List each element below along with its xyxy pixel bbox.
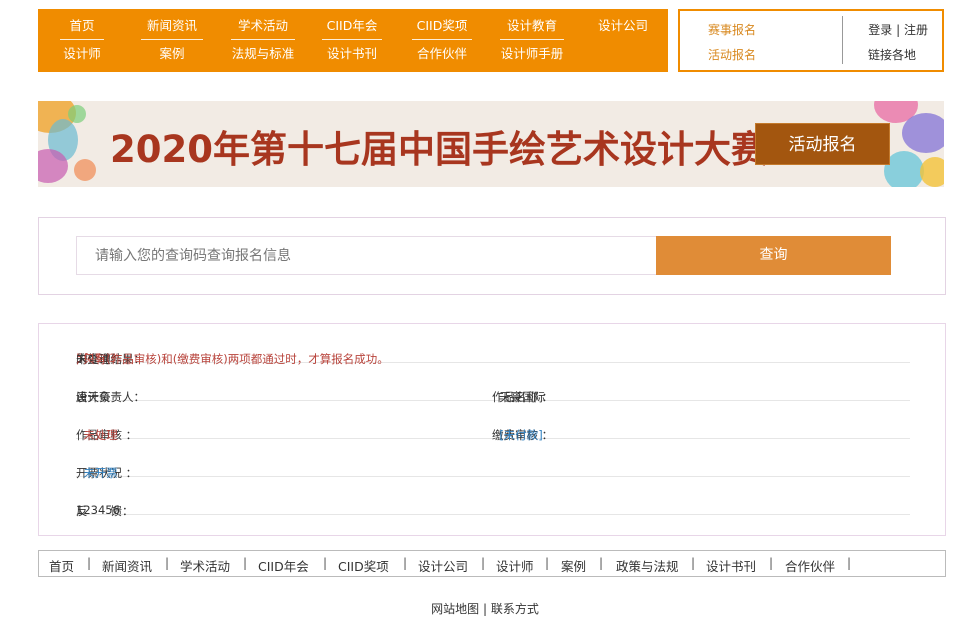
result-summary-row: 5fd5d3 的查询结果： 未处理, 只有(作品审核)和(缴费审核)两项都通过时，… — [76, 325, 910, 366]
footer-separator: | — [599, 556, 604, 570]
footer-separator: | — [481, 556, 486, 570]
user-links-box: 赛事报名 活动报名 登录 | 注册 链接各地 — [678, 9, 944, 72]
paint-splash-decoration — [884, 151, 924, 187]
register-link[interactable]: 注册 — [904, 23, 928, 37]
footer-link-designers[interactable]: 设计师 — [496, 556, 534, 575]
nav-column-6: 设计教育 设计师手册 — [494, 9, 570, 72]
paint-splash-decoration — [902, 113, 944, 153]
work-review-field: 作品审核 ： 未处理 — [76, 414, 137, 442]
auth-links: 登录 | 注册 — [868, 21, 928, 38]
footer-separator: | — [165, 556, 170, 570]
login-link[interactable]: 登录 — [868, 23, 892, 37]
table-row: 反 馈： 123456 — [76, 477, 910, 518]
query-result-panel: 5fd5d3 的查询结果： 未处理, 只有(作品审核)和(缴费审核)两项都通过时，… — [38, 323, 946, 536]
nav-link-academic[interactable]: 学术活动 — [228, 18, 298, 34]
main-navigation: 首页 设计师 新闻资讯 案例 学术活动 法规与标准 CIID年会 设计书刊 CI… — [38, 9, 668, 72]
footer-separator: | — [243, 556, 248, 570]
footer-link-annual-meeting[interactable]: CIID年会 — [258, 556, 309, 575]
nav-underline — [322, 39, 382, 40]
nav-link-home[interactable]: 首页 — [60, 18, 104, 34]
nav-link-publications[interactable]: 设计书刊 — [318, 46, 386, 62]
footer-link-news[interactable]: 新闻资讯 — [102, 556, 152, 575]
paint-splash-decoration — [920, 157, 944, 187]
sitemap-link[interactable]: 网站地图 — [431, 602, 479, 616]
footer-link-companies[interactable]: 设计公司 — [418, 556, 468, 575]
footer-navigation: 首页 | 新闻资讯 | 学术活动 | CIID年会 | CIID奖项 | 设计公… — [38, 550, 946, 577]
site-links-separator: | — [479, 602, 491, 616]
payment-review-field: 缴费审核 ： [未付款] — [492, 414, 553, 442]
paint-splash-decoration — [68, 105, 86, 123]
nav-column-7: 设计公司 — [590, 9, 656, 72]
footer-link-academic[interactable]: 学术活动 — [180, 556, 230, 575]
nav-link-designers[interactable]: 设计师 — [60, 46, 104, 62]
branches-link[interactable]: 链接各地 — [868, 46, 916, 63]
footer-separator: | — [403, 556, 408, 570]
nav-link-annual-meeting[interactable]: CIID年会 — [318, 18, 386, 34]
invoice-field: 开票状况 ： 未开票 — [76, 452, 137, 480]
footer-link-policies[interactable]: 政策与法规 — [616, 556, 679, 575]
nav-underline — [231, 39, 295, 40]
divider — [842, 16, 843, 64]
nav-link-awards[interactable]: CIID奖项 — [408, 18, 476, 34]
activity-register-link[interactable]: 活动报名 — [708, 46, 756, 63]
table-row: 设计负责人： 唐天豪 作品名称 ： 天豪国际 — [76, 363, 910, 404]
auth-separator: | — [892, 23, 904, 37]
query-code-input[interactable] — [76, 236, 657, 275]
nav-column-2: 新闻资讯 案例 — [141, 9, 203, 72]
footer-separator: | — [323, 556, 328, 570]
nav-link-cases[interactable]: 案例 — [141, 46, 203, 62]
nav-link-handbook[interactable]: 设计师手册 — [494, 46, 570, 62]
event-register-link[interactable]: 赛事报名 — [708, 21, 756, 38]
nav-link-regulations[interactable]: 法规与标准 — [228, 46, 298, 62]
footer-separator: | — [545, 556, 550, 570]
nav-column-4: CIID年会 设计书刊 — [318, 9, 386, 72]
work-name-field: 作品名称 ： 天豪国际 — [492, 376, 553, 404]
nav-underline — [412, 39, 472, 40]
nav-column-1: 首页 设计师 — [60, 9, 104, 72]
nav-underline — [60, 39, 104, 40]
feedback-value: 123456 — [76, 503, 120, 517]
footer-link-home[interactable]: 首页 — [49, 556, 74, 575]
table-row: 作品审核 ： 未处理 缴费审核 ： [未付款] — [76, 401, 910, 442]
nav-column-5: CIID奖项 合作伙伴 — [408, 9, 476, 72]
nav-column-3: 学术活动 法规与标准 — [228, 9, 298, 72]
footer-separator: | — [769, 556, 774, 570]
footer-link-cases[interactable]: 案例 — [561, 556, 586, 575]
table-row: 开票状况 ： 未开票 — [76, 439, 910, 480]
nav-link-companies[interactable]: 设计公司 — [590, 18, 656, 34]
nav-link-education[interactable]: 设计教育 — [494, 18, 570, 34]
search-panel: 查询 — [38, 217, 946, 295]
banner-register-button[interactable]: 活动报名 — [755, 123, 890, 165]
banner-title: 2020年第十七届中国手绘艺术设计大赛 — [110, 128, 768, 171]
event-banner: 2020年第十七届中国手绘艺术设计大赛 活动报名 — [38, 101, 944, 187]
site-links: 网站地图 | 联系方式 — [0, 600, 970, 617]
nav-underline — [141, 39, 203, 40]
footer-link-publications[interactable]: 设计书刊 — [706, 556, 756, 575]
contact-link[interactable]: 联系方式 — [491, 602, 539, 616]
footer-link-awards[interactable]: CIID奖项 — [338, 556, 389, 575]
footer-link-partners[interactable]: 合作伙伴 — [785, 556, 835, 575]
nav-link-partners[interactable]: 合作伙伴 — [408, 46, 476, 62]
footer-separator: | — [87, 556, 92, 570]
query-button[interactable]: 查询 — [656, 236, 891, 275]
footer-separator: | — [691, 556, 696, 570]
nav-link-news[interactable]: 新闻资讯 — [141, 18, 203, 34]
paint-splash-decoration — [74, 159, 96, 181]
nav-underline — [500, 39, 564, 40]
footer-separator: | — [847, 556, 852, 570]
